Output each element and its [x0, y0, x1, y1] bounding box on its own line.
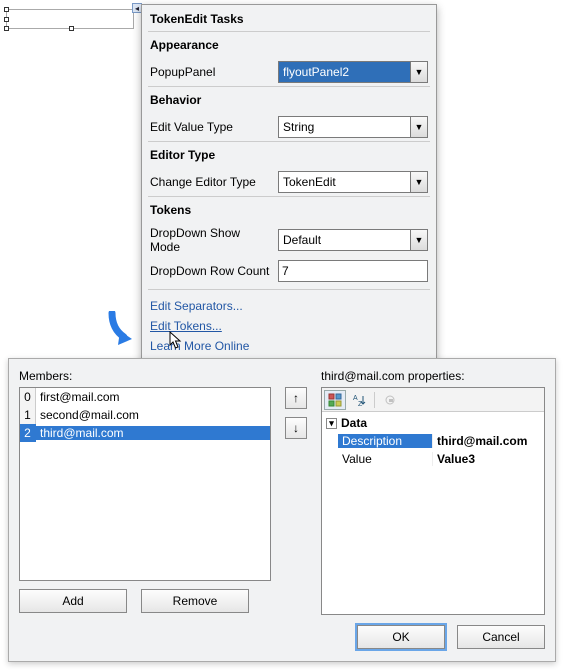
combo-dropdownshowmode-value: Default	[278, 229, 410, 251]
section-editortype: Editor Type	[148, 141, 430, 168]
propgrid-row[interactable]: Value Value3	[338, 450, 542, 468]
label-dropdownshowmode: DropDown Show Mode	[150, 226, 272, 254]
list-item-index: 2	[20, 424, 36, 442]
members-listbox[interactable]: 0 first@mail.com 1 second@mail.com 2 thi…	[19, 387, 271, 581]
label-popuppanel: PopupPanel	[150, 65, 272, 79]
combo-popuppanel[interactable]: flyoutPanel2 ▼	[278, 61, 428, 83]
list-item-text: first@mail.com	[36, 390, 270, 404]
add-button[interactable]: Add	[19, 589, 127, 613]
move-up-button[interactable]: ↑	[285, 387, 307, 409]
combo-popuppanel-value: flyoutPanel2	[278, 61, 410, 83]
alphabetical-view-icon[interactable]: AZ	[348, 390, 370, 410]
collection-editor-dialog: Members: 0 first@mail.com 1 second@mail.…	[8, 358, 556, 662]
remove-button[interactable]: Remove	[141, 589, 249, 613]
categorized-view-icon[interactable]	[324, 390, 346, 410]
svg-text:Z: Z	[358, 401, 363, 407]
combo-changeeditortype[interactable]: TokenEdit ▼	[278, 171, 428, 193]
list-item-index: 0	[20, 388, 36, 406]
chevron-down-icon[interactable]: ▼	[410, 171, 428, 193]
ok-button[interactable]: OK	[357, 625, 445, 649]
arrow-up-icon: ↑	[293, 391, 299, 405]
link-edit-separators[interactable]: Edit Separators...	[148, 296, 430, 316]
combo-editvaluetype-value: String	[278, 116, 410, 138]
label-dropdownrowcount: DropDown Row Count	[150, 264, 272, 278]
textbox-dropdownrowcount[interactable]	[278, 260, 428, 282]
guide-arrow	[102, 311, 136, 351]
section-appearance: Appearance	[148, 31, 430, 58]
list-item-text: second@mail.com	[36, 408, 270, 422]
label-changeeditortype: Change Editor Type	[150, 175, 272, 189]
chevron-down-icon[interactable]: ▼	[410, 116, 428, 138]
prop-value[interactable]: third@mail.com	[432, 434, 542, 448]
tasks-title: TokenEdit Tasks	[148, 9, 430, 31]
section-behavior: Behavior	[148, 86, 430, 113]
combo-editvaluetype[interactable]: String ▼	[278, 116, 428, 138]
list-item-index: 1	[20, 406, 36, 424]
arrow-down-icon: ↓	[293, 421, 299, 435]
prop-name: Value	[338, 452, 432, 466]
tokenedit-control[interactable]: ◂	[6, 9, 134, 29]
label-editvaluetype: Edit Value Type	[150, 120, 272, 134]
prop-name: Description	[338, 434, 432, 448]
cancel-button[interactable]: Cancel	[457, 625, 545, 649]
property-grid[interactable]: AZ ▾ Data Description third@mail.com	[321, 387, 545, 615]
propgrid-category[interactable]: ▾ Data	[324, 414, 542, 432]
prop-value[interactable]: Value3	[432, 452, 542, 466]
collapse-toggle-icon[interactable]: ▾	[326, 418, 337, 429]
list-item[interactable]: 1 second@mail.com	[20, 406, 270, 424]
move-down-button[interactable]: ↓	[285, 417, 307, 439]
section-tokens: Tokens	[148, 196, 430, 223]
members-label: Members:	[19, 369, 271, 383]
list-item[interactable]: 2 third@mail.com	[20, 424, 270, 442]
combo-changeeditortype-value: TokenEdit	[278, 171, 410, 193]
link-edit-tokens[interactable]: Edit Tokens...	[148, 316, 430, 336]
chevron-down-icon[interactable]: ▼	[410, 229, 428, 251]
tasks-popup: TokenEdit Tasks Appearance PopupPanel fl…	[141, 4, 437, 365]
chevron-down-icon[interactable]: ▼	[410, 61, 428, 83]
list-item-text: third@mail.com	[36, 426, 270, 440]
list-item[interactable]: 0 first@mail.com	[20, 388, 270, 406]
link-learn-more[interactable]: Learn More Online	[148, 336, 430, 356]
property-pages-icon[interactable]	[379, 390, 401, 410]
category-name: Data	[341, 416, 367, 430]
propgrid-toolbar: AZ	[322, 388, 544, 412]
propgrid-row[interactable]: Description third@mail.com	[338, 432, 542, 450]
properties-label: third@mail.com properties:	[321, 369, 545, 383]
combo-dropdownshowmode[interactable]: Default ▼	[278, 229, 428, 251]
